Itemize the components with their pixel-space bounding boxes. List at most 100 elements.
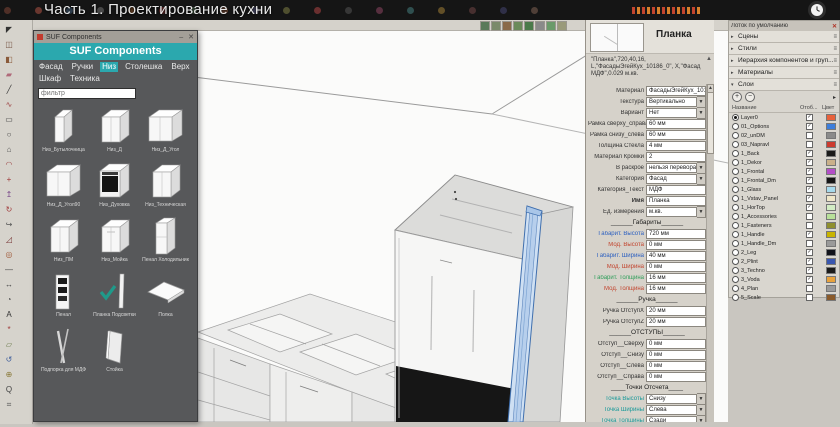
component-thumbnail-cab-lines[interactable] xyxy=(93,215,137,257)
layer-row[interactable]: 4_Plan xyxy=(729,284,839,293)
param-value-field[interactable]: 16 мм xyxy=(646,273,706,283)
param-value-field[interactable]: Сзади xyxy=(646,416,697,423)
tab-Верх[interactable]: Верх xyxy=(169,62,191,72)
layer-name[interactable]: 1_HorTop xyxy=(741,205,806,211)
layer-name[interactable]: 01_Options xyxy=(741,124,806,130)
layer-name[interactable]: 1_Frontal_Dm xyxy=(741,178,806,184)
layer-visible-checkbox[interactable] xyxy=(806,285,813,292)
column-visible[interactable]: Отоб... xyxy=(800,105,822,111)
layer-color-swatch[interactable] xyxy=(826,258,836,265)
layer-active-radio[interactable] xyxy=(732,150,739,157)
layer-row[interactable]: 03_Napravl xyxy=(729,140,839,149)
move-tool-icon[interactable]: + xyxy=(1,172,17,187)
remove-layer-button[interactable]: − xyxy=(745,92,755,102)
layer-color-swatch[interactable] xyxy=(826,195,836,202)
layer-visible-checkbox[interactable]: ✓ xyxy=(806,177,813,184)
layer-active-radio[interactable] xyxy=(732,204,739,211)
layer-row[interactable]: 3_Techno✓ xyxy=(729,266,839,275)
layer-visible-checkbox[interactable]: ✓ xyxy=(806,168,813,175)
section-plane-tool-icon[interactable]: ▱ xyxy=(1,337,17,352)
layer-row[interactable]: 1_Dekor✓ xyxy=(729,158,839,167)
tray-section-Слои[interactable]: ▾Слои≡ xyxy=(729,79,839,91)
layer-color-swatch[interactable] xyxy=(826,204,836,211)
close-button[interactable]: ✕ xyxy=(188,33,194,41)
select-tool-icon[interactable]: ◤ xyxy=(1,22,17,37)
layer-visible-checkbox[interactable]: ✓ xyxy=(806,231,813,238)
follow-me-tool-icon[interactable]: ↪ xyxy=(1,217,17,232)
zoom-tool-icon[interactable]: Q xyxy=(1,382,17,397)
layer-color-swatch[interactable] xyxy=(826,240,836,247)
layer-active-radio[interactable] xyxy=(732,123,739,130)
eraser-tool-icon[interactable]: ▰ xyxy=(1,67,17,82)
tray-section-Стили[interactable]: ▸Стили≡ xyxy=(729,43,839,55)
layer-name[interactable]: 1_Frontal xyxy=(741,169,806,175)
suf-window-chrome[interactable]: SUF Components – ✕ xyxy=(34,31,197,43)
dropdown-arrow-icon[interactable]: ▼ xyxy=(697,173,706,185)
layer-visible-checkbox[interactable]: ✓ xyxy=(806,186,813,193)
layer-name[interactable]: 1_Dekor xyxy=(741,160,806,166)
layer-name[interactable]: 1_Accessories xyxy=(741,214,806,220)
layer-details-arrow-icon[interactable]: ▸ xyxy=(833,94,836,101)
param-value-field[interactable]: 0 мм xyxy=(646,350,706,360)
add-layer-button[interactable]: + xyxy=(732,92,742,102)
param-value-field[interactable]: 16 мм xyxy=(646,284,706,294)
param-value-field[interactable]: 0 мм xyxy=(646,262,706,272)
tab-Техника[interactable]: Техника xyxy=(68,74,102,84)
layer-active-radio[interactable] xyxy=(732,240,739,247)
layer-name[interactable]: 4_Plan xyxy=(741,286,806,292)
param-value-field[interactable]: МДФ xyxy=(646,185,706,195)
layer-name[interactable]: 1_Handle_Dm xyxy=(741,241,806,247)
layer-visible-checkbox[interactable] xyxy=(806,294,813,301)
param-value-field[interactable]: м.кв. xyxy=(646,207,697,217)
component-item[interactable]: Подпорка для МДФ xyxy=(38,325,89,373)
component-thumbnail-panel[interactable] xyxy=(93,325,137,367)
layer-row[interactable]: 5_Scale xyxy=(729,293,839,302)
param-value-field[interactable]: 60 мм xyxy=(646,130,706,140)
tray-close-icon[interactable]: ✕ xyxy=(832,23,837,30)
component-item[interactable]: Низ_Духовка xyxy=(89,160,140,208)
tray-section-Иерархия компонентов и груп...[interactable]: ▸Иерархия компонентов и груп...≡ xyxy=(729,55,839,67)
layer-active-radio[interactable] xyxy=(732,132,739,139)
layer-row[interactable]: 1_Frontal_Dm✓ xyxy=(729,176,839,185)
param-value-field[interactable]: Планка xyxy=(646,196,706,206)
layer-row[interactable]: 1_HorTop✓ xyxy=(729,203,839,212)
param-value-field[interactable]: Нет xyxy=(646,108,697,118)
layer-name[interactable]: 3_Techno xyxy=(741,268,806,274)
watch-later-clock-icon[interactable] xyxy=(808,1,826,19)
dimension-tool-icon[interactable]: ↔ xyxy=(1,277,17,292)
component-item[interactable]: Пенал xyxy=(38,270,89,318)
section-pin-icon[interactable]: ≡ xyxy=(833,46,837,52)
layer-visible-checkbox[interactable] xyxy=(806,132,813,139)
section-caret-icon[interactable]: ▸ xyxy=(731,46,738,52)
layer-active-radio[interactable] xyxy=(732,267,739,274)
layer-color-swatch[interactable] xyxy=(826,168,836,175)
layer-active-radio[interactable] xyxy=(732,114,739,121)
section-caret-icon[interactable]: ▾ xyxy=(731,82,738,88)
component-thumbnail-sheet[interactable] xyxy=(144,270,188,312)
layer-row[interactable]: 1_Back✓ xyxy=(729,149,839,158)
param-value-field[interactable]: 4 мм xyxy=(646,141,706,151)
layer-active-radio[interactable] xyxy=(732,285,739,292)
layer-name[interactable]: 1_Handle xyxy=(741,232,806,238)
layer-color-swatch[interactable] xyxy=(826,249,836,256)
layer-active-radio[interactable] xyxy=(732,249,739,256)
orbit-tool-icon[interactable]: ↺ xyxy=(1,352,17,367)
param-value-field[interactable]: 0 мм xyxy=(646,240,706,250)
layer-color-swatch[interactable] xyxy=(826,114,836,121)
component-thumbnail-tall[interactable] xyxy=(144,215,188,257)
layer-name[interactable]: 5_Scale xyxy=(741,295,806,301)
layer-active-radio[interactable] xyxy=(732,159,739,166)
toolbar-mini-icon[interactable] xyxy=(513,21,523,31)
circle-tool-icon[interactable]: ○ xyxy=(1,127,17,142)
line-tool-icon[interactable]: ╱ xyxy=(1,82,17,97)
tab-Столешка[interactable]: Столешка xyxy=(123,62,164,72)
layer-visible-checkbox[interactable]: ✓ xyxy=(806,123,813,130)
layer-active-radio[interactable] xyxy=(732,222,739,229)
layer-name[interactable]: 3_Voda xyxy=(741,277,806,283)
rectangle-tool-icon[interactable]: ▭ xyxy=(1,112,17,127)
component-item[interactable]: Низ_Д_Угол xyxy=(140,105,191,153)
layer-name[interactable]: 1_Vstav_Panel xyxy=(741,196,806,202)
layer-color-swatch[interactable] xyxy=(826,150,836,157)
scale-tool-icon[interactable]: ◿ xyxy=(1,232,17,247)
layer-active-radio[interactable] xyxy=(732,195,739,202)
